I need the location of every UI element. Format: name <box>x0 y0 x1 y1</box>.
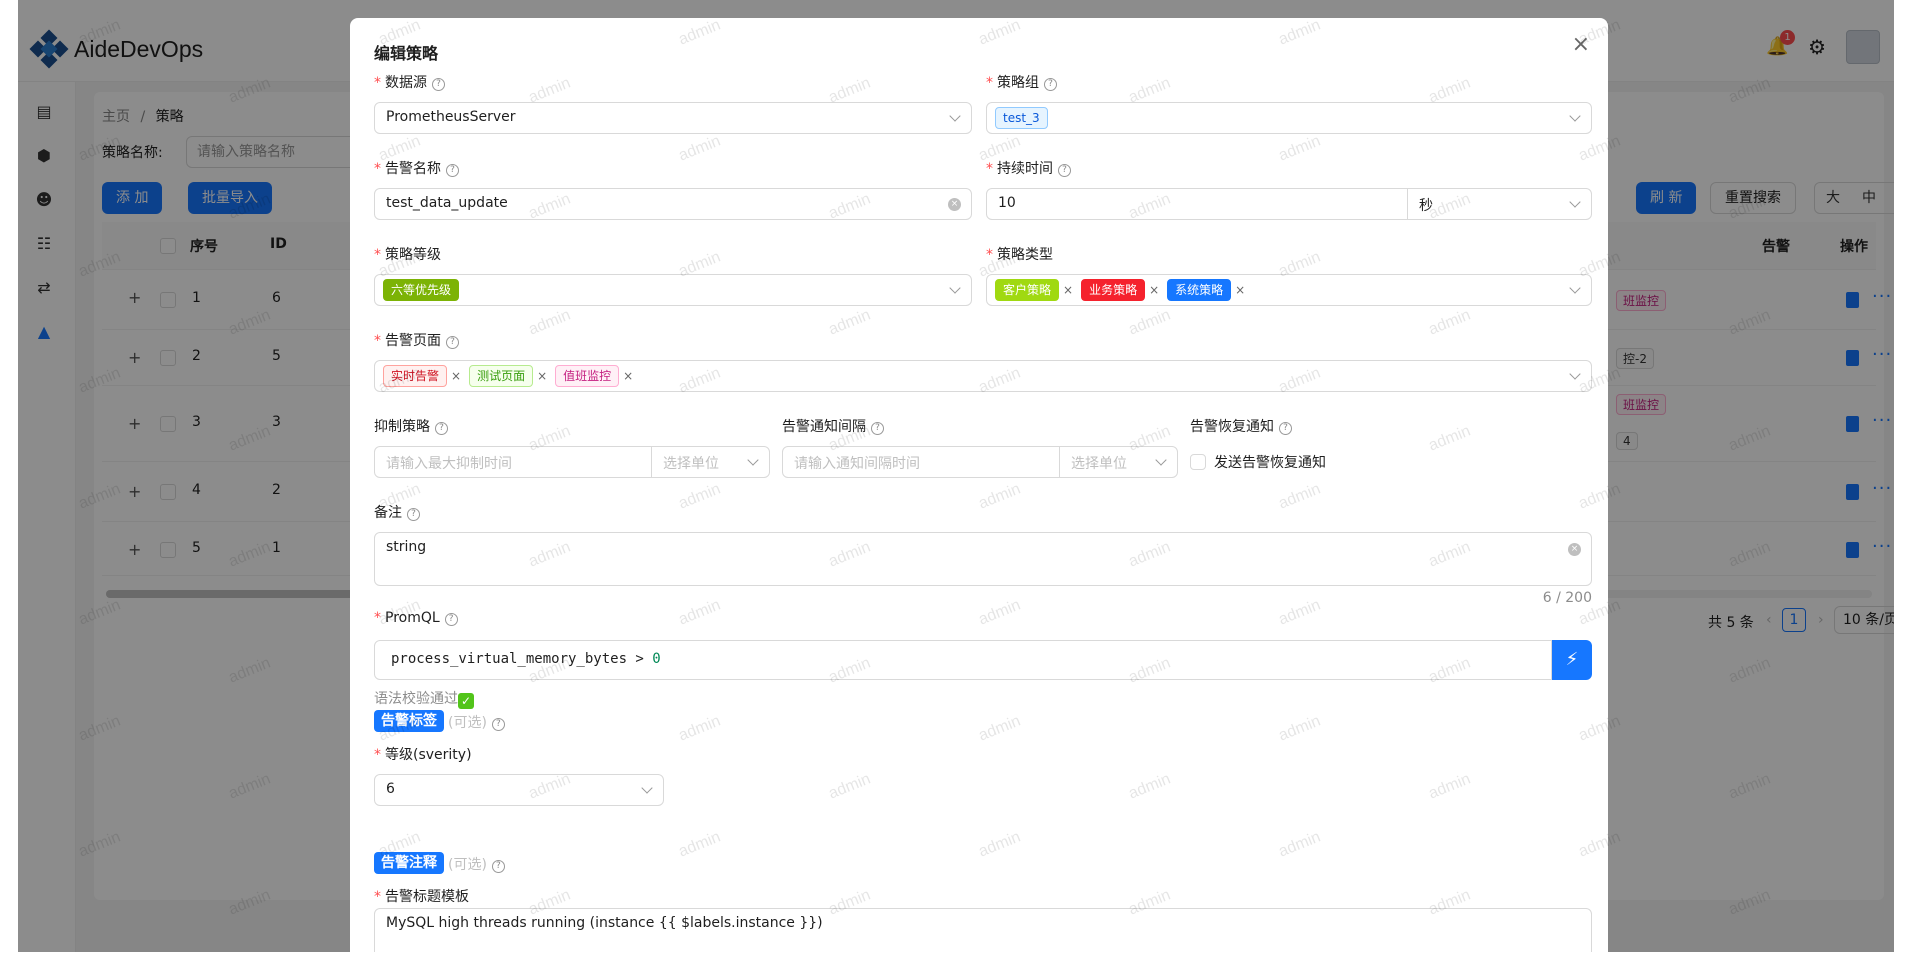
tag-close-icon[interactable]: × <box>451 369 461 383</box>
type-tag: 系统策略 <box>1167 279 1232 301</box>
pages-select[interactable]: 实时告警 × 测试页面 × 值班监控 × <box>374 360 1592 392</box>
question-circle-icon: ? <box>435 422 448 435</box>
chevron-down-icon <box>1569 196 1581 208</box>
title-template-textarea[interactable]: MySQL high threads running (instance {{ … <box>374 908 1592 952</box>
question-circle-icon: ? <box>491 718 505 731</box>
title-template-label: * 告警标题模板 <box>374 889 469 905</box>
promql-label: * PromQL? <box>374 610 458 626</box>
page-tag: 实时告警 <box>383 365 448 387</box>
duration-label: * 持续时间? <box>986 158 1071 178</box>
notify-interval-unit-select[interactable]: 选择单位 <box>1071 453 1127 473</box>
remark-char-count: 6 / 200 <box>1542 590 1592 606</box>
question-circle-icon: ? <box>444 613 458 626</box>
question-circle-icon: ? <box>1279 422 1292 435</box>
question-circle-icon: ? <box>432 78 445 91</box>
modal-title: 编辑策略 <box>374 44 439 63</box>
tag-close-icon[interactable]: × <box>1149 283 1159 297</box>
group-tag: test_3 <box>995 107 1048 129</box>
type-tag: 客户策略 <box>995 279 1060 301</box>
duration-unit-select[interactable]: 秒 <box>1419 195 1433 215</box>
clear-icon[interactable]: × <box>1568 543 1581 556</box>
group-label: * 策略组? <box>986 72 1057 92</box>
chevron-down-icon <box>747 454 759 466</box>
notify-interval-label: 告警通知间隔? <box>782 416 884 436</box>
promql-editor[interactable]: process_virtual_memory_bytes > 0 <box>374 640 1552 680</box>
chevron-down-icon <box>1569 368 1581 380</box>
remark-label: 备注? <box>374 502 420 522</box>
close-icon[interactable]: × <box>1572 34 1590 56</box>
chevron-down-icon <box>949 110 961 122</box>
severity-select[interactable]: 6 <box>374 774 664 806</box>
question-circle-icon: ? <box>1058 164 1071 177</box>
app-window: AideDevOps 🔔 1 ⚙ ▤ ⬢ ☻ ☷ ⇄ ▲ 主页 / 策略 策略名称… <box>18 0 1894 952</box>
chevron-down-icon <box>641 782 653 794</box>
tag-close-icon[interactable]: × <box>537 369 547 383</box>
tag-close-icon[interactable]: × <box>623 369 633 383</box>
chevron-down-icon <box>1155 454 1167 466</box>
labels-optional-text: (可选)? <box>448 712 505 732</box>
datasource-select[interactable]: PrometheusServer <box>374 102 972 134</box>
chevron-down-icon <box>949 282 961 294</box>
labels-section-tag: 告警标签 <box>374 710 444 732</box>
suppress-unit-select[interactable]: 选择单位 <box>663 453 719 473</box>
check-mark-icon: ✓ <box>458 693 474 709</box>
alert-name-input[interactable]: test_data_update × <box>374 188 972 220</box>
question-circle-icon: ? <box>446 164 459 177</box>
question-circle-icon: ? <box>871 422 884 435</box>
alert-name-label: * 告警名称? <box>374 158 459 178</box>
level-label: * 策略等级 <box>374 247 441 263</box>
type-select[interactable]: 客户策略 × 业务策略 × 系统策略 × <box>986 274 1592 306</box>
type-tag: 业务策略 <box>1081 279 1146 301</box>
suppress-input[interactable]: 请输入最大抑制时间 选择单位 <box>374 446 770 478</box>
page-tag: 测试页面 <box>469 365 534 387</box>
level-select[interactable]: 六等优先级 <box>374 274 972 306</box>
datasource-label: * 数据源? <box>374 72 445 92</box>
tag-close-icon[interactable]: × <box>1235 283 1245 297</box>
level-tag: 六等优先级 <box>383 279 460 301</box>
page-tag: 值班监控 <box>555 365 620 387</box>
tag-close-icon[interactable]: × <box>1063 283 1073 297</box>
question-circle-icon: ? <box>446 336 459 349</box>
question-circle-icon: ? <box>491 860 505 873</box>
question-circle-icon: ? <box>1044 78 1057 91</box>
chevron-down-icon <box>1569 110 1581 122</box>
duration-input[interactable]: 10 秒 <box>986 188 1592 220</box>
chevron-down-icon <box>1569 282 1581 294</box>
edit-policy-modal: 编辑策略 × * 数据源? PrometheusServer * 策略组? test… <box>350 18 1608 952</box>
annotations-section-tag: 告警注释 <box>374 852 444 874</box>
notify-interval-input[interactable]: 请输入通知间隔时间 选择单位 <box>782 446 1178 478</box>
question-circle-icon: ? <box>407 508 420 521</box>
remark-textarea[interactable]: string × <box>374 532 1592 586</box>
recovery-checkbox-label[interactable]: 发送告警恢复通知 <box>1214 452 1326 472</box>
recovery-checkbox[interactable] <box>1190 454 1206 470</box>
group-select[interactable]: test_3 <box>986 102 1592 134</box>
clear-icon[interactable]: × <box>948 198 961 211</box>
promql-validation-text: 语法校验通过 ✓ <box>374 688 474 709</box>
annotations-optional-text: (可选)? <box>448 854 505 874</box>
thunderbolt-icon[interactable]: ⚡ <box>1552 640 1592 680</box>
severity-label: * 等级(sverity) <box>374 747 472 763</box>
pages-label: * 告警页面? <box>374 330 459 350</box>
type-label: * 策略类型 <box>986 247 1053 263</box>
suppress-label: 抑制策略? <box>374 416 448 436</box>
recovery-label: 告警恢复通知? <box>1190 416 1292 436</box>
